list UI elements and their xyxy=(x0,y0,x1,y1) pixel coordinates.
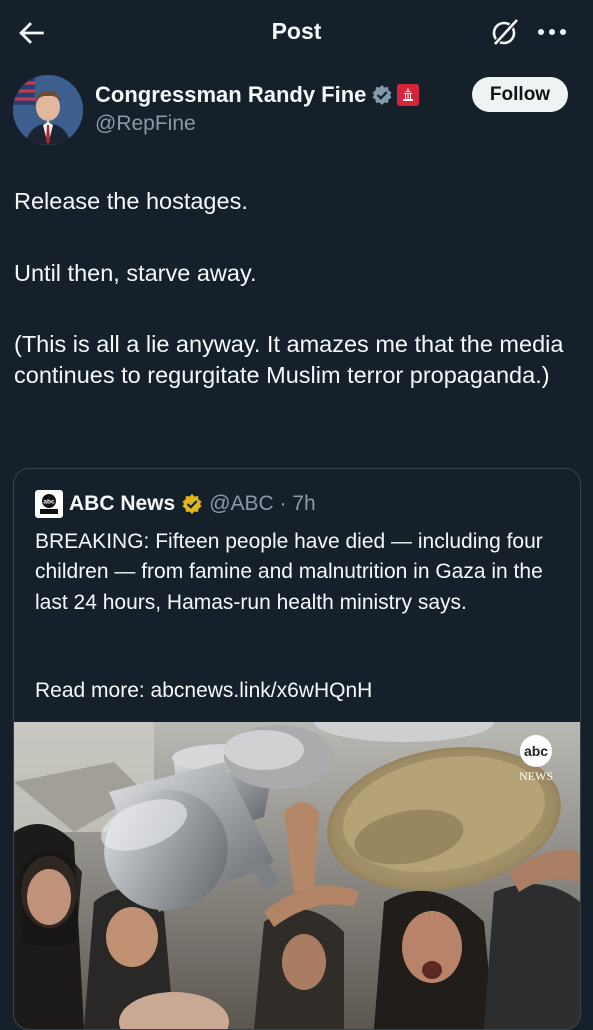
post-paragraph: Until then, starve away. xyxy=(14,260,257,286)
verified-badge-icon xyxy=(372,85,392,105)
grok-icon[interactable] xyxy=(489,16,521,48)
quoted-post-text: BREAKING: Fifteen people have died — inc… xyxy=(35,530,543,614)
post-paragraph: Release the hostages. xyxy=(14,188,248,214)
more-options-icon[interactable] xyxy=(536,22,570,42)
follow-button[interactable]: Follow xyxy=(472,77,568,112)
author-name[interactable]: Congressman Randy Fine xyxy=(95,82,366,108)
post-paragraph: (This is all a lie anyway. It amazes me … xyxy=(14,331,564,388)
avatar[interactable] xyxy=(13,75,83,145)
quoted-author-name[interactable]: ABC News xyxy=(69,492,175,516)
quoted-handle-time: @ABC · 7h xyxy=(209,492,316,515)
gold-verified-badge-icon xyxy=(182,494,202,514)
svg-text:abc: abc xyxy=(43,498,55,505)
author-name-row: Congressman Randy Fine xyxy=(95,82,420,108)
quoted-post[interactable]: abc ABC News @ABC · 7h BREAKING: Fifteen… xyxy=(13,468,581,1030)
news-photo[interactable]: abc NEWS xyxy=(14,722,580,1029)
abc-news-watermark-text: NEWS xyxy=(519,769,553,783)
quoted-post-link-line: Read more: abcnews.link/x6wHQnH xyxy=(35,679,373,702)
svg-text:abc: abc xyxy=(524,743,548,759)
author-handle[interactable]: @RepFine xyxy=(95,112,196,136)
top-bar: Post xyxy=(0,0,593,66)
government-badge-icon xyxy=(397,84,420,106)
abc-news-logo-icon: abc xyxy=(35,490,63,518)
quoted-post-header: abc ABC News @ABC · 7h xyxy=(35,490,316,518)
abc-news-watermark-icon: abc NEWS xyxy=(519,735,553,783)
